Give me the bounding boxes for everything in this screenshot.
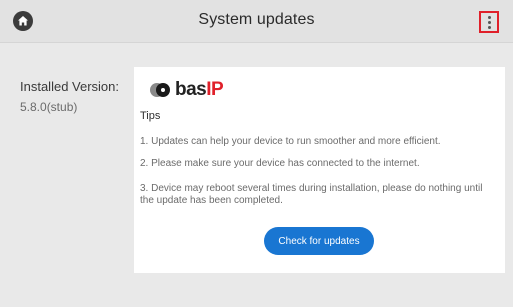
logo-text-ip: IP (206, 79, 224, 100)
top-bar: System updates (0, 0, 513, 43)
check-for-updates-button[interactable]: Check for updates (264, 227, 374, 255)
installed-version-label: Installed Version: (20, 79, 120, 94)
tip-item: 3. Device may reboot several times durin… (140, 183, 483, 206)
page-title: System updates (198, 11, 315, 28)
more-options-button[interactable] (479, 11, 499, 33)
tips-title: Tips (140, 110, 161, 122)
bas-ip-logo: basIP (150, 79, 224, 100)
more-vert-icon (487, 15, 491, 19)
tip-item: 1. Updates can help your device to run s… (140, 136, 441, 147)
logo-mark-icon (150, 83, 172, 97)
update-info-card: basIP Tips 1. Updates can help your devi… (134, 67, 505, 273)
installed-version-value: 5.8.0(stub) (20, 100, 78, 114)
logo-text-bas: bas (175, 79, 207, 100)
tip-item: 2. Please make sure your device has conn… (140, 158, 420, 169)
